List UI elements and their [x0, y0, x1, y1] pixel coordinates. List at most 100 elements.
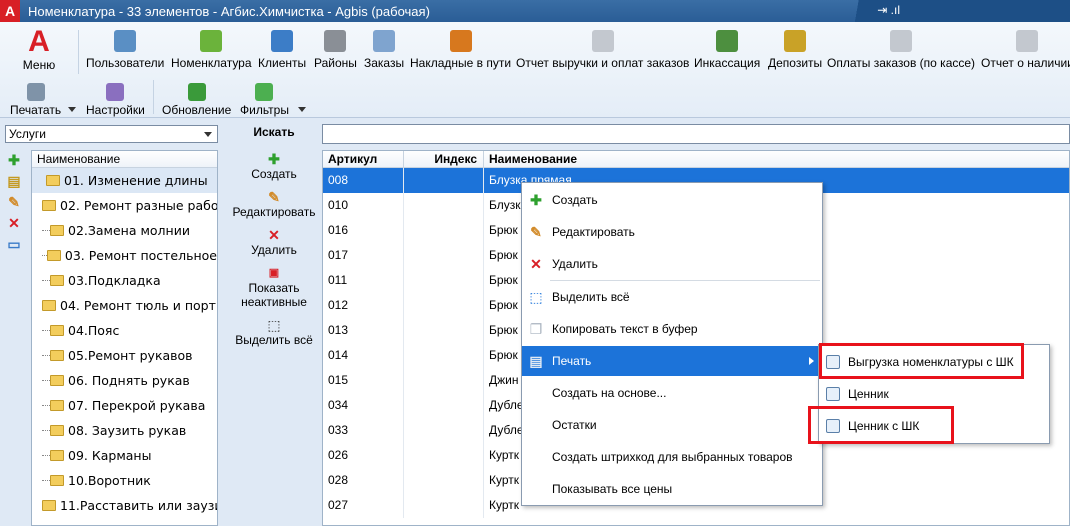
category-tree: Наименование 01. Изменение длины 02. Рем… — [31, 150, 218, 526]
buildings-icon — [324, 30, 347, 52]
ctx-print[interactable]: ▤ Печать — [522, 346, 822, 376]
basket-icon — [200, 30, 223, 52]
tree-item[interactable]: 11.Расставить или заузи — [32, 493, 217, 518]
app-logo-icon: A — [0, 0, 20, 22]
filter-icon — [255, 83, 274, 101]
category-select[interactable]: Услуги — [5, 125, 218, 143]
tree-item[interactable]: 06. Поднять рукав — [32, 368, 217, 393]
collection-button[interactable]: Инкассация — [694, 30, 760, 76]
districts-button[interactable]: Районы — [314, 30, 357, 76]
truck-icon — [449, 30, 472, 52]
printer-icon — [26, 83, 45, 101]
folder-icon — [50, 350, 64, 361]
window-title: Номенклатура - 33 элементов - Агбис.Химч… — [28, 3, 430, 19]
ctx-create-based[interactable]: Создать на основе... — [522, 378, 822, 408]
agbis-logo-icon: A — [28, 25, 50, 58]
tree-item[interactable]: 10.Воротник — [32, 468, 217, 493]
refresh-icon — [187, 83, 206, 101]
document-icon — [373, 30, 396, 52]
ribbon-toolbar: A Меню Пользователи Номенклатура Клиенты… — [0, 22, 1070, 118]
filters-button[interactable]: Фильтры — [240, 83, 289, 117]
document-magnifier-icon — [826, 387, 840, 401]
clients-button[interactable]: Клиенты — [258, 30, 306, 76]
print-dropdown-caret[interactable] — [68, 102, 76, 116]
add-icon[interactable]: ✚ — [6, 152, 22, 168]
tree-item[interactable]: 09. Карманы — [32, 443, 217, 468]
tree-item[interactable]: 07. Перекрой рукава — [32, 393, 217, 418]
folder-icon — [50, 475, 64, 486]
delete-icon[interactable]: ✕ — [6, 215, 22, 231]
chevron-down-icon — [204, 132, 212, 137]
tree-item[interactable]: 08. Заузить рукав — [32, 418, 217, 443]
ctx-select-all[interactable]: ⬚ Выделить всё — [522, 282, 822, 312]
nomenclature-button[interactable]: Номенклатура — [171, 30, 252, 76]
column-index[interactable]: Индекс — [404, 151, 484, 167]
stock-report-button[interactable]: Отчет о наличии — [981, 30, 1070, 76]
move-icon[interactable]: ▭ — [6, 236, 22, 252]
folder-icon — [50, 275, 64, 286]
tree-item[interactable]: 04.Пояс — [32, 318, 217, 343]
tree-item[interactable]: 04. Ремонт тюль и порти — [32, 293, 217, 318]
create-button[interactable]: ✚ Создать — [226, 151, 322, 181]
delete-button[interactable]: ✕ Удалить — [226, 227, 322, 257]
submenu-price-tag[interactable]: Ценник — [819, 379, 1049, 409]
column-article[interactable]: Артикул — [323, 151, 404, 167]
folder-icon[interactable]: ▤ — [6, 173, 22, 189]
users-icon — [114, 30, 137, 52]
column-name[interactable]: Наименование — [484, 151, 1069, 167]
show-inactive-button[interactable]: ▣ Показать неактивные — [226, 265, 322, 309]
tree-item[interactable]: 03. Ремонт постельное — [32, 243, 217, 268]
tree-item[interactable]: 05.Ремонт рукавов — [32, 343, 217, 368]
search-input[interactable] — [322, 124, 1070, 144]
highlight-box — [808, 406, 954, 444]
search-button[interactable]: Искать — [226, 125, 322, 139]
settings-button[interactable]: Настройки — [86, 83, 145, 117]
ctx-edit[interactable]: ✎ Редактировать — [522, 217, 822, 247]
refresh-button[interactable]: Обновление — [162, 83, 231, 117]
payments-button[interactable]: Оплаты заказов (по кассе) — [827, 30, 975, 76]
users-button[interactable]: Пользователи — [86, 30, 164, 76]
folder-icon — [42, 500, 56, 511]
ctx-copy-text[interactable]: ❐ Копировать текст в буфер — [522, 314, 822, 344]
tree-item[interactable]: 03.Подкладка — [32, 268, 217, 293]
tree-item[interactable]: 02. Ремонт разные рабо — [32, 193, 217, 218]
tree-item[interactable]: 01. Изменение длины — [32, 168, 217, 193]
pencil-icon[interactable]: ✎ — [6, 194, 22, 210]
edit-button[interactable]: ✎ Редактировать — [226, 189, 322, 219]
ribbon-separator — [78, 30, 79, 74]
folder-icon — [50, 425, 64, 436]
filters-dropdown-caret[interactable] — [298, 102, 306, 116]
orders-button[interactable]: Заказы — [364, 30, 404, 76]
ctx-show-all-prices[interactable]: Показывать все цены — [522, 474, 822, 504]
ctx-delete[interactable]: ✕ Удалить — [522, 249, 822, 279]
folder-icon — [50, 325, 64, 336]
inactive-doc-icon: ▣ — [268, 267, 280, 279]
plus-icon: ✚ — [530, 192, 542, 208]
context-menu: ✚ Создать ✎ Редактировать ✕ Удалить ⬚ Выдели… — [521, 182, 823, 506]
system-tray: ⇥ .ıl — [840, 0, 1070, 22]
ctx-stock[interactable]: Остатки — [522, 410, 822, 440]
select-all-button[interactable]: ⬚ Выделить всё — [226, 317, 322, 347]
ctx-create[interactable]: ✚ Создать — [522, 185, 822, 215]
select-all-icon: ⬚ — [267, 317, 281, 333]
print-button[interactable]: Печатать — [10, 83, 61, 117]
menu-button[interactable]: A Меню — [14, 26, 64, 76]
tree-header: Наименование — [32, 151, 217, 168]
folder-icon — [50, 375, 64, 386]
revenue-report-button[interactable]: Отчет выручки и оплат заказов — [516, 30, 689, 76]
ctx-create-barcode[interactable]: Создать штрихкод для выбранных товаров — [522, 442, 822, 472]
folder-icon — [46, 250, 61, 261]
report-icon — [1016, 30, 1039, 52]
ribbon-separator — [153, 80, 154, 114]
tree-item[interactable]: 02.Замена молнии — [32, 218, 217, 243]
folder-icon — [50, 400, 64, 411]
waybills-button[interactable]: Накладные в пути — [410, 30, 511, 76]
report-icon — [890, 30, 913, 52]
delete-icon: ✕ — [530, 256, 542, 272]
copy-icon: ❐ — [529, 321, 543, 337]
pencil-icon: ✎ — [268, 189, 280, 205]
folder-icon — [42, 300, 56, 311]
signal-icon: ⇥ .ıl — [877, 3, 900, 17]
deposits-button[interactable]: Депозиты — [768, 30, 822, 76]
money-icon — [716, 30, 739, 52]
